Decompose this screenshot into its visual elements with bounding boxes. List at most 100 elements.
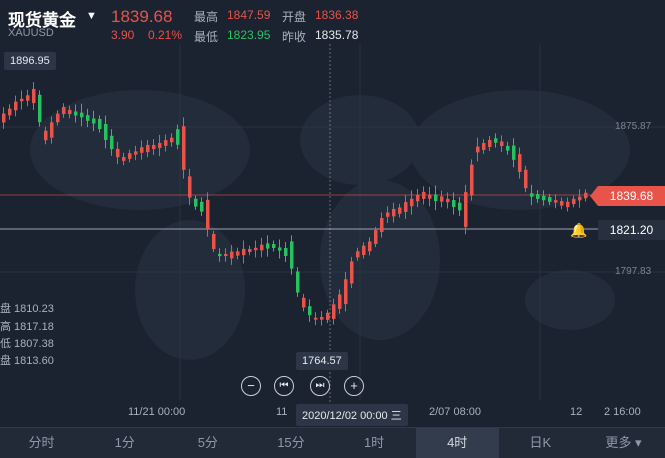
candle-body — [422, 191, 426, 199]
ohlc-close: 盘 1813.60 — [0, 355, 54, 367]
candle-body — [170, 137, 174, 143]
candle-body — [350, 261, 354, 284]
candle-body — [110, 135, 114, 150]
candle-body — [122, 157, 126, 161]
candle-body — [62, 106, 66, 115]
x-axis-label-3: 2/07 08:00 — [429, 406, 481, 418]
candle-body — [164, 140, 168, 146]
candle-body — [32, 88, 36, 104]
min-price-tag: 1764.57 — [296, 352, 348, 370]
period-tab-1h[interactable]: 1时 — [333, 428, 416, 458]
scroll-forward-button[interactable]: ⏭ — [310, 376, 330, 396]
candle-body — [578, 196, 582, 201]
max-price-tag: 1896.95 — [4, 52, 56, 70]
candle-body — [326, 312, 330, 320]
candle-body — [140, 147, 144, 153]
alert-price-tag[interactable]: 1821.20 — [598, 220, 665, 240]
price-change: 3.90 — [111, 28, 135, 42]
x-axis-label-5: 2 16:00 — [604, 406, 641, 418]
candle-body — [404, 202, 408, 212]
candle-body — [74, 111, 78, 116]
candle-body — [536, 194, 540, 199]
zoom-in-button[interactable]: + — [344, 376, 364, 396]
period-tab-15m[interactable]: 15分 — [249, 428, 332, 458]
candle-body — [440, 196, 444, 202]
instrument-dropdown-icon[interactable]: ▼ — [86, 10, 97, 22]
last-price: 1839.68 — [111, 7, 173, 26]
candle-body — [512, 145, 516, 160]
candle-body — [272, 243, 276, 249]
candle-body — [410, 198, 414, 207]
candle-body — [290, 241, 294, 269]
candle-body — [332, 304, 336, 319]
candle-body — [44, 130, 48, 141]
period-tab-timeline[interactable]: 分时 — [0, 428, 83, 458]
open-label: 开盘 — [282, 10, 307, 24]
candle-body — [542, 195, 546, 201]
candle-body — [584, 192, 588, 199]
candle-body — [68, 109, 72, 115]
x-axis-label-2: 11 — [276, 406, 288, 418]
candle-body — [92, 118, 96, 124]
candle-body — [218, 253, 222, 257]
candle-body — [320, 317, 324, 320]
ohlc-low: 低 1807.38 — [0, 338, 54, 350]
candle-body — [158, 142, 162, 149]
candle-body — [278, 247, 282, 251]
period-tab-1m[interactable]: 1分 — [83, 428, 166, 458]
candle-body — [518, 154, 522, 172]
ohlc-high: 高 1817.18 — [0, 321, 54, 333]
bell-icon[interactable]: 🔔 — [570, 221, 588, 239]
candle-body — [308, 306, 312, 316]
candle-body — [152, 144, 156, 150]
candle-body — [572, 198, 576, 205]
instrument-symbol: XAUUSD — [8, 27, 54, 39]
ohlc-open: 盘 1810.23 — [0, 303, 54, 315]
scroll-back-button[interactable]: ⏮ — [274, 376, 294, 396]
candle-body — [128, 153, 132, 159]
period-tab-5m[interactable]: 5分 — [166, 428, 249, 458]
current-price-tag: 1839.68 — [590, 186, 665, 206]
candle-body — [380, 218, 384, 232]
candle-body — [26, 95, 30, 101]
candle-body — [188, 176, 192, 198]
high-label: 最高 — [194, 10, 219, 24]
candle-body — [302, 297, 306, 308]
candle-body — [362, 245, 366, 255]
candle-body — [14, 101, 18, 111]
candle-body — [266, 243, 270, 249]
candle-body — [470, 164, 474, 196]
candle-body — [554, 200, 558, 203]
candle-body — [524, 169, 528, 189]
candle-body — [482, 143, 486, 150]
candle-body — [86, 115, 90, 121]
zoom-out-button[interactable]: − — [241, 376, 261, 396]
candle-body — [356, 251, 360, 258]
candle-body — [374, 230, 378, 244]
candle-body — [242, 248, 246, 256]
period-tab-more[interactable]: 更多 ▾ — [582, 428, 665, 458]
candle-body — [530, 193, 534, 197]
price-change-percent: 0.21% — [148, 28, 183, 42]
candle-body — [566, 201, 570, 208]
period-tab-4h[interactable]: 4时 — [415, 428, 499, 458]
period-tab-daily[interactable]: 日K — [499, 428, 582, 458]
x-axis-label-1: 11/21 00:00 — [128, 406, 186, 418]
candle-body — [494, 138, 498, 143]
candle-body — [500, 141, 504, 147]
high-value: 1847.59 — [227, 8, 271, 22]
candle-body — [416, 194, 420, 202]
candle-body — [176, 129, 180, 145]
candle-body — [488, 139, 492, 148]
candle-body — [134, 151, 138, 155]
candle-body — [50, 122, 54, 138]
candle-body — [194, 198, 198, 207]
candle-body — [434, 194, 438, 202]
candle-body — [254, 247, 258, 251]
low-label: 最低 — [194, 30, 219, 44]
y-axis-label-bottom: 1797.83 — [615, 266, 652, 277]
candle-body — [182, 126, 186, 170]
x-axis-label-4: 12 — [570, 406, 583, 418]
candle-body — [338, 294, 342, 309]
low-value: 1823.95 — [227, 28, 271, 42]
